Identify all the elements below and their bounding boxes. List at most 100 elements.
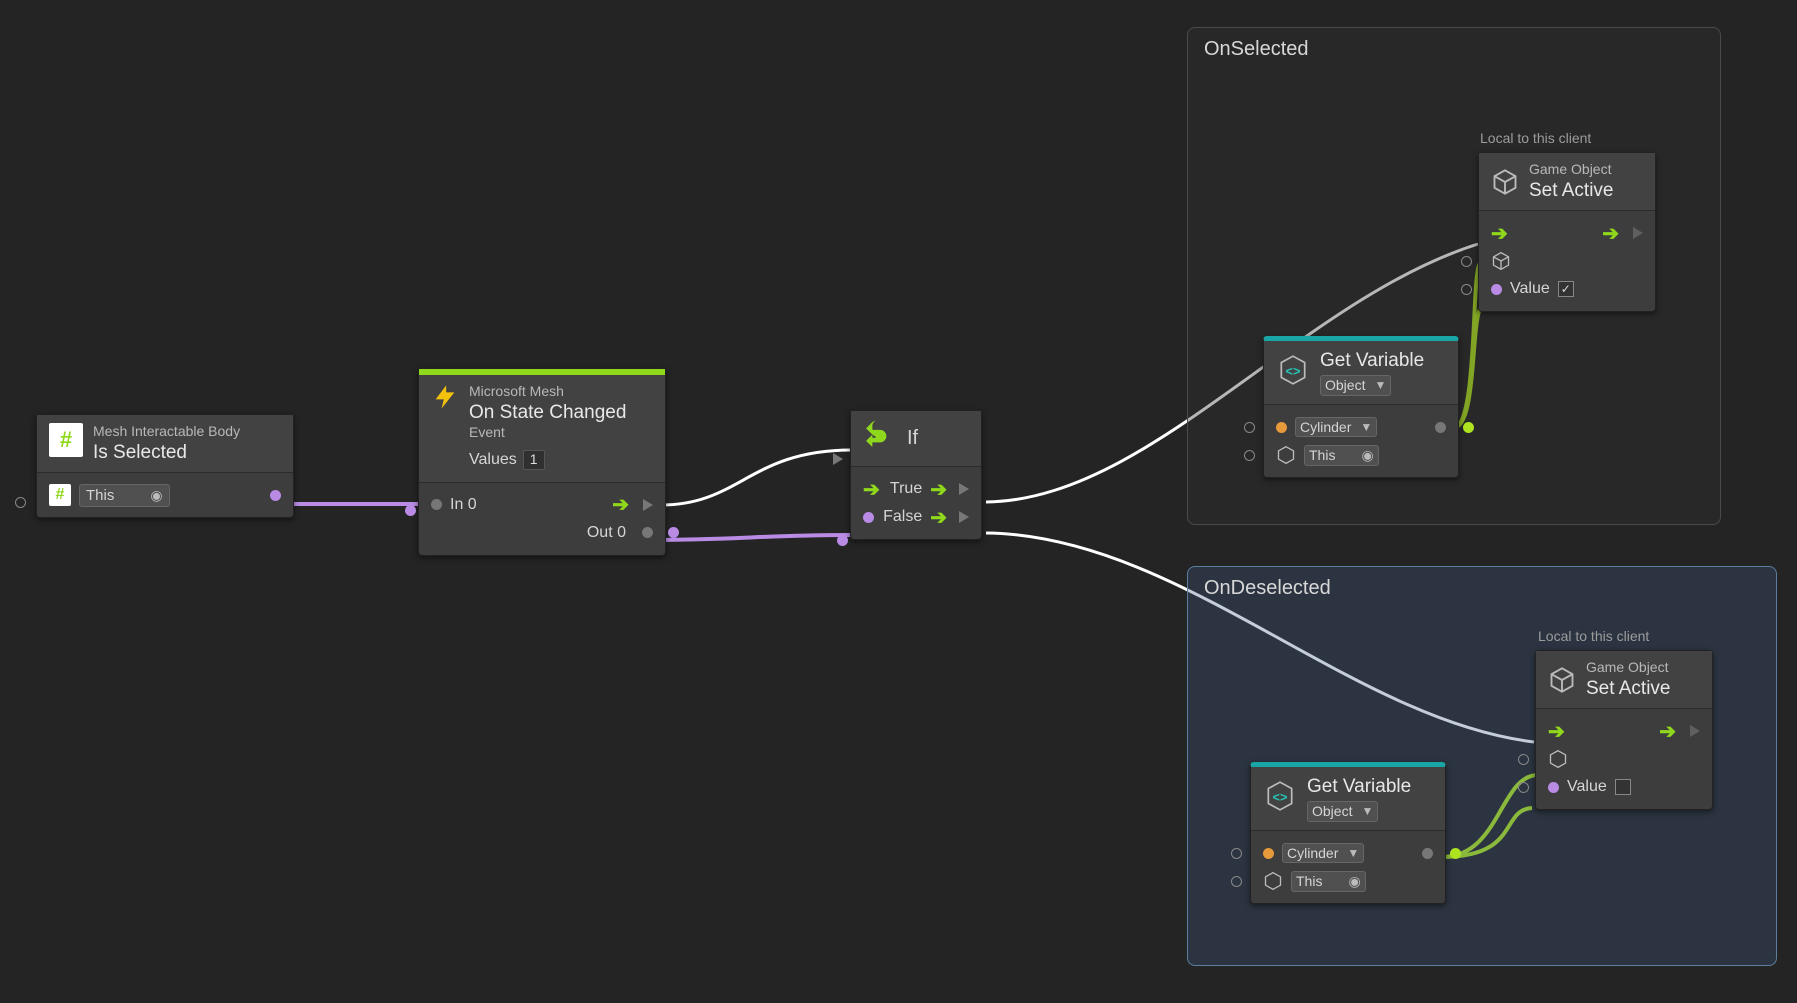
port-in-bool[interactable]: [837, 535, 848, 546]
node-title: Get Variable: [1307, 775, 1411, 799]
target-dropdown[interactable]: This ◉: [1304, 445, 1379, 466]
values-count[interactable]: 1: [523, 450, 545, 470]
arrow-icon: ➔: [1602, 221, 1619, 246]
port-in-bool-dot[interactable]: [863, 512, 874, 523]
hash-icon: #: [49, 423, 83, 457]
cube-icon: [1491, 251, 1511, 271]
node-get-variable-1[interactable]: <> Get Variable Object ▼ Cylinder ▼: [1263, 336, 1459, 478]
target-picker-icon[interactable]: ◉: [1361, 447, 1373, 464]
node-category: Game Object: [1529, 161, 1614, 179]
node-if[interactable]: If ➔ True ➔ False ➔: [850, 410, 982, 540]
variable-icon: <>: [1276, 353, 1310, 392]
arrow-icon: ➔: [612, 492, 629, 517]
port-out-value[interactable]: [1435, 422, 1446, 433]
port-in-target-ring[interactable]: [1461, 256, 1472, 267]
cube-icon: [1276, 445, 1296, 465]
variable-name: Cylinder: [1300, 419, 1351, 435]
port-in-target-ring[interactable]: [1518, 754, 1529, 765]
port-out-flow[interactable]: [1633, 227, 1643, 239]
node-title: Get Variable: [1320, 349, 1424, 373]
port-out-pin[interactable]: [1450, 848, 1461, 859]
node-set-active-1[interactable]: Game Object Set Active ➔ ➔ Value ✓: [1478, 152, 1656, 312]
in-label: In 0: [450, 496, 477, 514]
port-out-value-pin[interactable]: [668, 527, 679, 538]
scope-dropdown[interactable]: Object ▼: [1307, 801, 1378, 823]
port-out-value[interactable]: [642, 527, 653, 538]
port-ring[interactable]: [1244, 450, 1255, 461]
bolt-icon: [431, 383, 459, 416]
port-ring[interactable]: [1231, 876, 1242, 887]
out-label: Out 0: [587, 524, 626, 542]
cube-icon: [1548, 749, 1568, 769]
variable-name: Cylinder: [1287, 845, 1338, 861]
arrow-icon: ➔: [1659, 719, 1676, 744]
cube-icon: [1548, 666, 1576, 694]
port-in-value[interactable]: [1491, 284, 1502, 295]
node-title: Set Active: [1586, 677, 1671, 701]
node-get-variable-2[interactable]: <> Get Variable Object ▼ Cylinder ▼: [1250, 762, 1446, 904]
value-label: Value: [1510, 280, 1550, 298]
port-out-value[interactable]: [270, 490, 281, 501]
target-dropdown[interactable]: This ◉: [1291, 871, 1366, 892]
port-in-name[interactable]: [1276, 422, 1287, 433]
group-title: OnDeselected: [1188, 567, 1776, 610]
value-checkbox[interactable]: ✓: [1558, 281, 1574, 297]
target-value: This: [86, 487, 114, 504]
port-out-flow[interactable]: [643, 499, 653, 511]
target-value: This: [1296, 873, 1322, 889]
cube-icon: [1263, 871, 1283, 891]
target-picker-icon[interactable]: ◉: [1348, 873, 1360, 890]
port-out-value[interactable]: [1422, 848, 1433, 859]
chevron-down-icon: ▼: [1347, 846, 1359, 860]
target-value: This: [1309, 447, 1335, 463]
group-title: OnSelected: [1188, 28, 1720, 71]
node-category: Game Object: [1586, 659, 1671, 677]
port-out-pin[interactable]: [1463, 422, 1474, 433]
arrow-icon: ➔: [1548, 719, 1565, 744]
node-category: Microsoft Mesh: [469, 383, 626, 401]
scope-note: Local to this client: [1480, 130, 1591, 146]
node-on-state-changed[interactable]: Microsoft Mesh On State Changed Event Va…: [418, 368, 666, 556]
chevron-down-icon: ▼: [1361, 804, 1373, 819]
true-label: True: [890, 480, 922, 498]
port-ring[interactable]: [1231, 848, 1242, 859]
port-in-value[interactable]: [1548, 782, 1559, 793]
node-title: If: [907, 427, 918, 450]
port-in-name[interactable]: [1263, 848, 1274, 859]
chevron-down-icon: ▼: [1374, 378, 1386, 393]
svg-text:<>: <>: [1273, 789, 1288, 804]
target-dropdown[interactable]: This ◉: [79, 484, 170, 507]
arrow-icon: ➔: [1491, 221, 1508, 246]
cube-icon: [1491, 168, 1519, 196]
node-title: On State Changed: [469, 401, 626, 425]
arrow-icon: ➔: [930, 477, 947, 502]
port-out-ring[interactable]: [15, 497, 26, 508]
chevron-down-icon: ▼: [1360, 420, 1372, 434]
hash-icon: #: [49, 484, 71, 506]
port-in-flow[interactable]: [431, 499, 442, 510]
variable-icon: <>: [1263, 779, 1297, 818]
port-in-value-ring[interactable]: [1461, 284, 1472, 295]
node-title: Is Selected: [93, 441, 240, 465]
port-ring[interactable]: [1244, 422, 1255, 433]
variable-name-dropdown[interactable]: Cylinder ▼: [1282, 843, 1364, 863]
port-out-flow[interactable]: [1690, 725, 1700, 737]
scope-value: Object: [1312, 803, 1352, 821]
port-in-value[interactable]: [405, 505, 416, 516]
variable-name-dropdown[interactable]: Cylinder ▼: [1295, 417, 1377, 437]
port-in-flow[interactable]: [833, 453, 843, 465]
scope-value: Object: [1325, 377, 1365, 395]
port-out-false[interactable]: [959, 511, 969, 523]
port-in-value-ring[interactable]: [1518, 782, 1529, 793]
values-label: Values: [469, 450, 517, 470]
arrow-icon: ➔: [930, 505, 947, 530]
target-picker-icon[interactable]: ◉: [150, 487, 162, 504]
false-label: False: [883, 508, 922, 526]
port-out-true[interactable]: [959, 483, 969, 495]
value-checkbox[interactable]: [1615, 779, 1631, 795]
node-set-active-2[interactable]: Game Object Set Active ➔ ➔ Value: [1535, 650, 1713, 810]
node-is-selected[interactable]: # Mesh Interactable Body Is Selected # T…: [36, 414, 294, 518]
branch-icon: [863, 419, 897, 458]
value-label: Value: [1567, 778, 1607, 796]
scope-dropdown[interactable]: Object ▼: [1320, 375, 1391, 397]
